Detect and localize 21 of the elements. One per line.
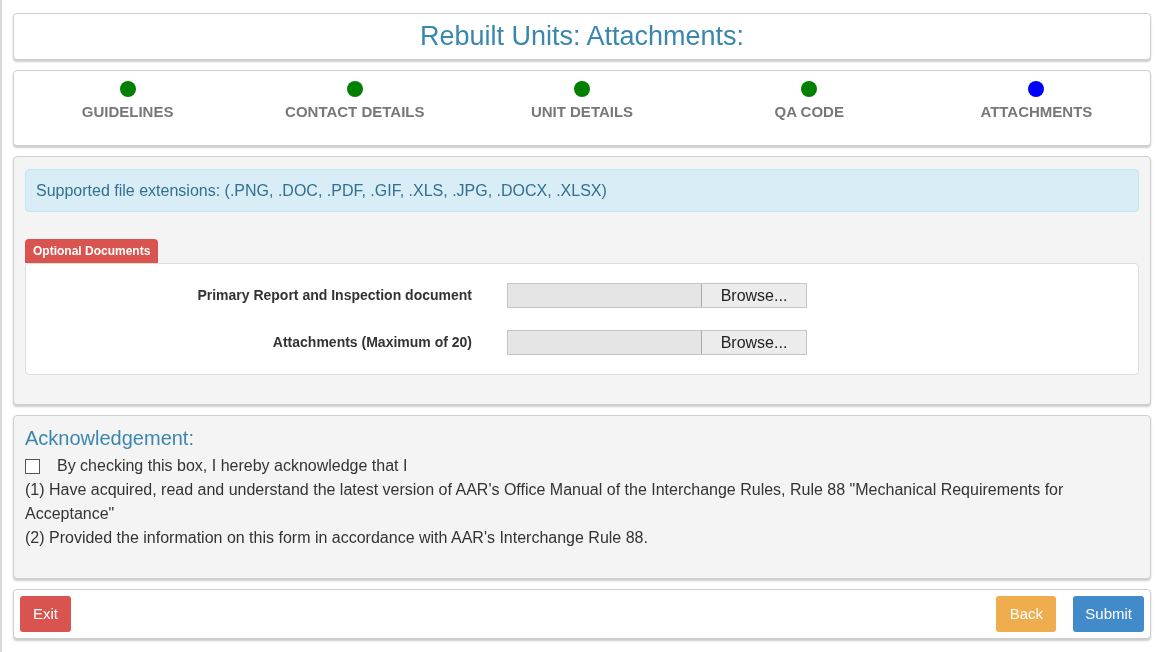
step-label[interactable]: QA CODE (774, 101, 844, 124)
upload-label: Primary Report and Inspection document (196, 286, 472, 305)
step-label[interactable]: UNIT DETAILS (530, 101, 634, 124)
upload-label: Attachments (Maximum of 20) (271, 333, 472, 352)
acknowledgement-text: (1) Have acquired, read and understand the latest version of AAR's Office Manual of the Interchange Rules, Rule 88 "Mechanical Requirements for Acceptance" (25, 480, 1065, 524)
submit-button[interactable]: Submit (1073, 596, 1144, 632)
step-label[interactable]: ATTACHMENTS (980, 101, 1093, 124)
page-title: Rebuilt Units: Attachments: (419, 20, 745, 54)
file-input[interactable]: Browse... (507, 330, 807, 355)
acknowledge-checkbox[interactable] (25, 458, 40, 474)
section-badge: Optional Documents (25, 239, 159, 263)
acknowledgement-heading: Acknowledgement: (25, 426, 195, 450)
info-alert: Supported file extensions: (.PNG, .DOC, .PDF, .GIF, .XLS, .JPG, .DOCX, .XLSX) (25, 169, 1139, 212)
file-input[interactable]: Browse... (507, 283, 807, 308)
exit-button[interactable]: Exit (20, 596, 71, 632)
checkbox-label: By checking this box, I hereby acknowledge that I (57, 456, 408, 476)
browse-button[interactable]: Browse... (701, 331, 806, 354)
browse-button[interactable]: Browse... (701, 284, 806, 307)
step-label[interactable]: GUIDELINES (81, 101, 174, 124)
acknowledgement-text: (2) Provided the information on this form in accordance with AAR's Interchange Rule 88. (25, 528, 649, 548)
step-label[interactable]: CONTACT DETAILS (285, 101, 425, 124)
